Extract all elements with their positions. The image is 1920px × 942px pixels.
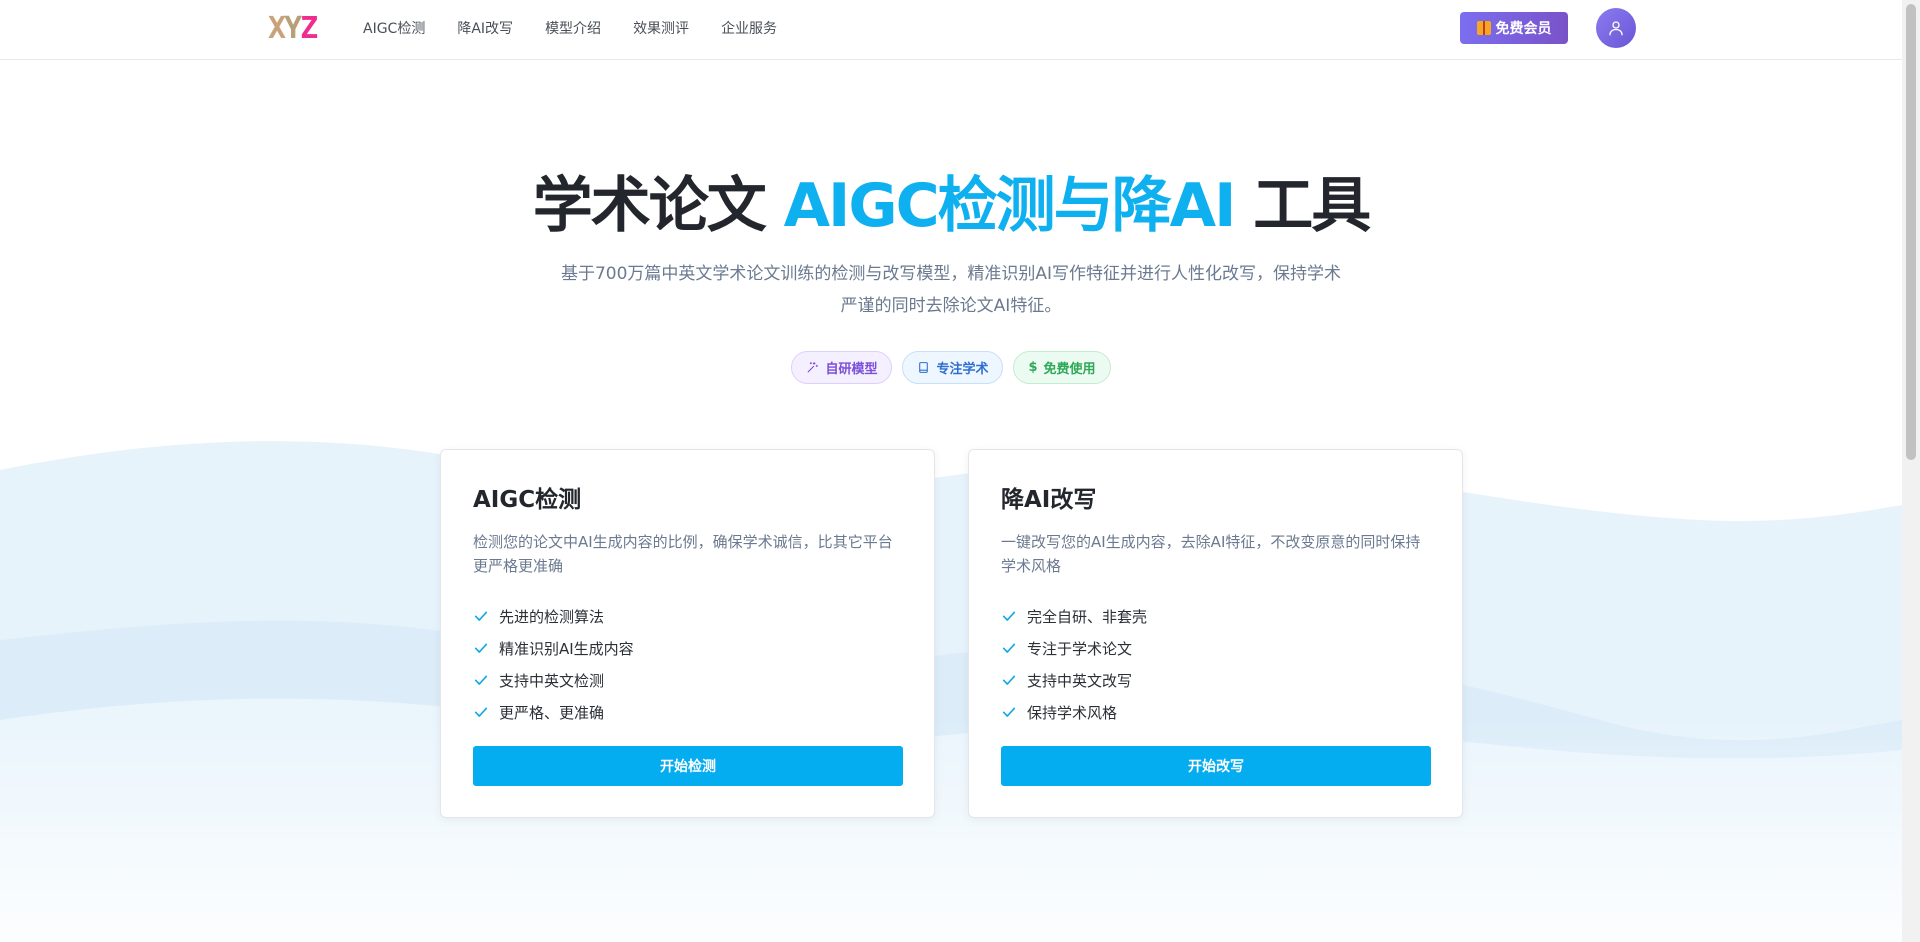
tag-self-developed: 自研模型 [791, 351, 893, 384]
ai-rewrite-card: 降AI改写 一键改写您的AI生成内容，去除AI特征，不改变原意的同时保持学术风格… [968, 449, 1463, 818]
book-icon [919, 362, 929, 373]
tag-free-label: 免费使用 [1043, 362, 1096, 377]
check-icon [1002, 707, 1016, 717]
wand-icon [808, 362, 819, 373]
nav-link-model-intro[interactable]: 模型介绍 [545, 18, 601, 40]
card-title: AIGC检测 [473, 487, 582, 513]
nav-link-evaluation[interactable]: 效果测评 [633, 18, 689, 40]
card-title: 降AI改写 [1001, 487, 1097, 513]
background-waves [0, 441, 1902, 942]
tag-free: $ 免费使用 [1013, 351, 1111, 384]
start-rewrite-button[interactable]: 开始改写 [1001, 746, 1431, 786]
nav-link-aigc-detect[interactable]: AIGC检测 [363, 18, 425, 40]
user-icon [1609, 21, 1623, 36]
hero-title-accent: AIGC检测与降AI [783, 171, 1237, 241]
feature-text: 支持中英文检测 [499, 671, 605, 690]
feature-item: 支持中英文改写 [1001, 664, 1147, 696]
feature-text: 更严格、更准确 [499, 703, 605, 722]
hero-title-part2: 工具 [1234, 171, 1371, 241]
feature-list: 先进的检测算法 精准识别AI生成内容 支持中英文检测 更严格、更准确 [473, 600, 634, 728]
feature-text: 保持学术风格 [1027, 703, 1118, 722]
feature-text: 精准识别AI生成内容 [499, 639, 634, 658]
hero-subtitle: 基于700万篇中英文学术论文训练的检测与改写模型，精准识别AI写作特征并进行人性… [560, 264, 1342, 316]
feature-item: 先进的检测算法 [473, 600, 634, 632]
nav-link-ai-rewrite[interactable]: 降AI改写 [457, 18, 513, 40]
logo-letter-y: Y [284, 11, 302, 46]
aigc-detect-card: AIGC检测 检测您的论文中AI生成内容的比例，确保学术诚信，比其它平台更严格更… [440, 449, 935, 818]
free-vip-button[interactable]: 免费会员 [1460, 12, 1568, 44]
logo-letter-x: X [268, 11, 286, 46]
feature-item: 保持学术风格 [1001, 696, 1147, 728]
feature-text: 专注于学术论文 [1027, 639, 1133, 658]
tag-academic-label: 专注学术 [936, 362, 989, 377]
feature-text: 先进的检测算法 [499, 607, 605, 626]
feature-item: 完全自研、非套壳 [1001, 600, 1147, 632]
check-icon [1002, 675, 1016, 685]
feature-text: 完全自研、非套壳 [1027, 607, 1148, 626]
feature-tags: 自研模型 专注学术 $ 免费使用 [0, 351, 1902, 384]
hero-title: 学术论文 AIGC检测与降AI 工具 [0, 168, 1902, 244]
tag-self-developed-label: 自研模型 [825, 362, 878, 377]
logo[interactable]: X Y Z [268, 11, 318, 46]
free-vip-label: 免费会员 [1495, 21, 1552, 37]
top-navbar: X Y Z AIGC检测 降AI改写 模型介绍 效果测评 企业服务 免费会员 [0, 0, 1902, 60]
nav-link-enterprise[interactable]: 企业服务 [721, 18, 777, 40]
feature-text: 支持中英文改写 [1027, 671, 1133, 690]
start-detect-button[interactable]: 开始检测 [473, 746, 903, 786]
main-nav: AIGC检测 降AI改写 模型介绍 效果测评 企业服务 [363, 18, 809, 40]
scrollbar-thumb[interactable] [1906, 4, 1916, 460]
card-description: 检测您的论文中AI生成内容的比例，确保学术诚信，比其它平台更严格更准确 [473, 533, 893, 575]
feature-list: 完全自研、非套壳 专注于学术论文 支持中英文改写 保持学术风格 [1001, 600, 1147, 728]
card-description: 一键改写您的AI生成内容，去除AI特征，不改变原意的同时保持学术风格 [1001, 533, 1421, 575]
tag-academic: 专注学术 [902, 351, 1004, 384]
user-avatar-button[interactable] [1596, 8, 1636, 48]
check-icon [1002, 611, 1016, 621]
feature-item: 更严格、更准确 [473, 696, 634, 728]
check-icon [474, 675, 488, 685]
logo-letter-z: Z [300, 11, 318, 46]
check-icon [474, 643, 488, 653]
check-icon [1002, 643, 1016, 653]
feature-item: 精准识别AI生成内容 [473, 632, 634, 664]
hero-title-part1: 学术论文 [532, 171, 784, 241]
feature-item: 专注于学术论文 [1001, 632, 1147, 664]
feature-item: 支持中英文检测 [473, 664, 634, 696]
dollar-icon: $ [1028, 360, 1038, 375]
gift-icon [1476, 21, 1491, 35]
check-icon [474, 707, 488, 717]
page-scrollbar[interactable] [1902, 0, 1920, 942]
check-icon [474, 611, 488, 621]
